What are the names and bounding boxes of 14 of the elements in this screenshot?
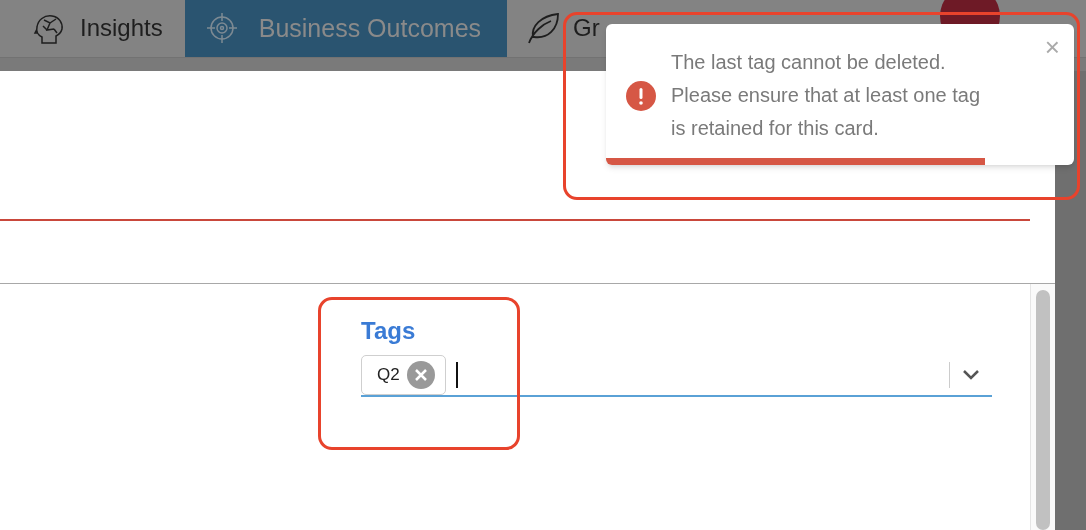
error-icon [626,80,656,111]
chevron-down-icon[interactable] [962,369,980,381]
scrollbar-thumb[interactable] [1036,290,1050,530]
close-button[interactable]: × [1044,32,1060,62]
nav-tab[interactable]: Business Outcomes [184,0,508,57]
toast-message: The last tag cannot be deleted. Please ensure that at least one tag is retained for this card. [671,50,982,141]
tags-label: Tags [361,316,417,346]
target-icon [205,12,238,45]
tags-field[interactable]: Q2 [361,355,992,397]
text-cursor [455,362,458,388]
remove-icon[interactable] [406,361,435,389]
nav-tab[interactable]: Insights [30,0,185,57]
tag-chip[interactable]: Q2 [361,355,446,395]
nav-tab[interactable]: Gr [507,0,622,57]
